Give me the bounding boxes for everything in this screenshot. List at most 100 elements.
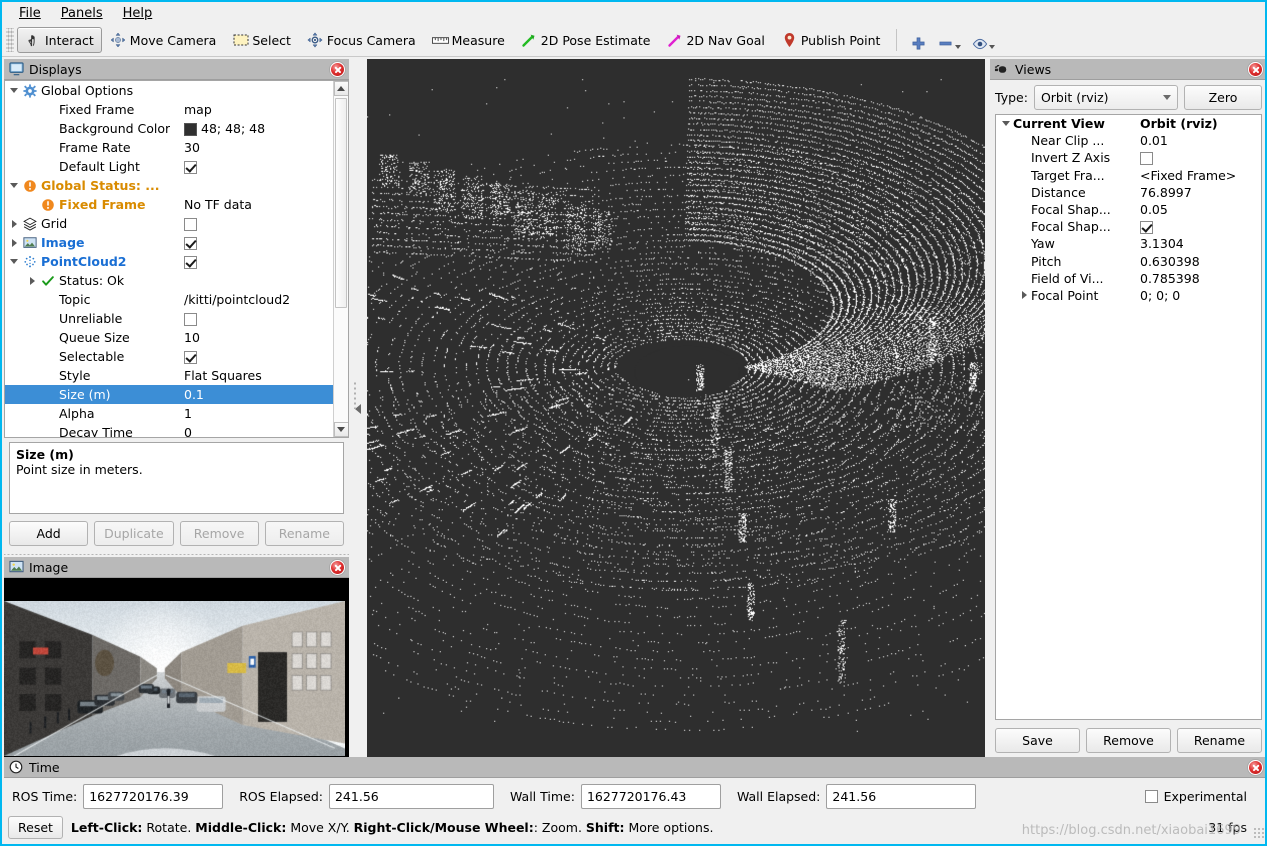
- display-row-value[interactable]: 30: [180, 140, 333, 155]
- ros-elapsed-input[interactable]: [328, 783, 494, 809]
- expander-collapse-icon[interactable]: [7, 88, 21, 93]
- display-row-style[interactable]: Style Flat Squares: [5, 366, 333, 385]
- save-view-button[interactable]: Save: [995, 728, 1080, 753]
- display-row-value[interactable]: 0: [180, 425, 333, 437]
- expander-collapse-icon[interactable]: [7, 259, 21, 264]
- display-row-value[interactable]: [180, 216, 333, 231]
- scroll-up-button[interactable]: [333, 81, 348, 96]
- display-checkbox[interactable]: [184, 237, 197, 250]
- scrollbar-thumb[interactable]: [334, 98, 347, 308]
- display-row-value[interactable]: No TF data: [180, 197, 333, 212]
- dock-splitter-left[interactable]: [349, 59, 367, 759]
- tool-publish-point[interactable]: Publish Point: [773, 27, 889, 53]
- scroll-down-button[interactable]: [333, 422, 348, 437]
- tool-interact[interactable]: Interact: [17, 27, 102, 53]
- experimental-checkbox[interactable]: [1144, 789, 1158, 803]
- display-row-value[interactable]: 48; 48; 48: [180, 121, 333, 136]
- view-row-value[interactable]: 76.8997: [1136, 185, 1261, 200]
- view-row-current-view[interactable]: Current View Orbit (rviz): [996, 115, 1261, 132]
- duplicate-display-button[interactable]: Duplicate: [94, 521, 174, 546]
- display-row-image[interactable]: Image: [5, 233, 333, 252]
- view-type-select[interactable]: Orbit (rviz): [1033, 85, 1178, 110]
- remove-display-button[interactable]: Remove: [179, 521, 259, 546]
- scrollbar-track[interactable]: [333, 96, 348, 422]
- resize-grip[interactable]: [1253, 827, 1265, 839]
- displays-close-icon[interactable]: [330, 61, 345, 77]
- display-row-fixed-frame[interactable]: Fixed Frame No TF data: [5, 195, 333, 214]
- view-row-value[interactable]: [1136, 219, 1261, 235]
- display-checkbox[interactable]: [184, 256, 197, 269]
- time-close-icon[interactable]: [1248, 759, 1263, 775]
- view-row-focal-point[interactable]: Focal Point 0; 0; 0: [996, 287, 1261, 304]
- tool-move-camera[interactable]: Move Camera: [102, 27, 225, 53]
- display-row-background-color[interactable]: Background Color 48; 48; 48: [5, 119, 333, 138]
- display-row-topic[interactable]: Topic/kitti/pointcloud2: [5, 290, 333, 309]
- expander-expand-icon[interactable]: [7, 238, 21, 247]
- view-row-value[interactable]: 0.785398: [1136, 271, 1261, 286]
- views-tree[interactable]: Current View Orbit (rviz) Near Clip ... 0.0…: [996, 115, 1261, 304]
- display-row-value[interactable]: /kitti/pointcloud2: [180, 292, 333, 307]
- display-row-global-options[interactable]: Global Options: [5, 81, 333, 100]
- tool-2d-pose-estimate[interactable]: 2D Pose Estimate: [513, 27, 659, 53]
- view-checkbox[interactable]: [1140, 152, 1153, 166]
- view-row-value[interactable]: 0.01: [1136, 133, 1261, 148]
- menu-help[interactable]: Help: [114, 4, 162, 23]
- view-row-value[interactable]: [1136, 150, 1261, 166]
- view-row-focal-shap[interactable]: Focal Shap...: [996, 218, 1261, 235]
- menu-file[interactable]: File: [10, 4, 50, 23]
- tool-measure[interactable]: Measure: [424, 27, 513, 53]
- view-row-value[interactable]: 3.1304: [1136, 236, 1261, 251]
- display-row-pointcloud2[interactable]: PointCloud2: [5, 252, 333, 271]
- experimental-toggle[interactable]: Experimental: [1144, 789, 1247, 804]
- toolbar-drag-handle[interactable]: [6, 28, 14, 52]
- remove-view-button[interactable]: Remove: [1086, 728, 1171, 753]
- display-row-value[interactable]: 0.1: [180, 387, 333, 402]
- rename-view-button[interactable]: Rename: [1177, 728, 1262, 753]
- display-row-value[interactable]: [180, 311, 333, 326]
- expander-collapse-icon[interactable]: [999, 121, 1013, 127]
- display-row-unreliable[interactable]: Unreliable: [5, 309, 333, 328]
- view-row-value[interactable]: 0.05: [1136, 202, 1261, 217]
- view-row-pitch[interactable]: Pitch 0.630398: [996, 253, 1261, 270]
- add-display-button[interactable]: Add: [9, 521, 89, 546]
- display-row-queue-size[interactable]: Queue Size 10: [5, 328, 333, 347]
- display-row-decay-time[interactable]: Decay Time 0: [5, 423, 333, 437]
- display-row-value[interactable]: 1: [180, 406, 333, 421]
- view-row-near-clip[interactable]: Near Clip ... 0.01: [996, 132, 1261, 149]
- view-row-value[interactable]: 0.630398: [1136, 254, 1261, 269]
- display-checkbox[interactable]: [184, 161, 197, 174]
- wall-time-input[interactable]: [580, 783, 721, 809]
- display-row-grid[interactable]: Grid: [5, 214, 333, 233]
- display-row-alpha[interactable]: Alpha 1: [5, 404, 333, 423]
- view-row-distance[interactable]: Distance 76.8997: [996, 184, 1261, 201]
- display-row-value[interactable]: 10: [180, 330, 333, 345]
- color-swatch[interactable]: [184, 123, 197, 136]
- tool-2d-nav-goal[interactable]: 2D Nav Goal: [658, 27, 772, 53]
- ros-time-input[interactable]: [83, 783, 224, 809]
- rename-display-button[interactable]: Rename: [264, 521, 344, 546]
- menu-panels[interactable]: Panels: [52, 4, 112, 23]
- display-row-value[interactable]: [180, 349, 333, 364]
- view-row-value[interactable]: Orbit (rviz): [1136, 116, 1261, 131]
- display-row-value[interactable]: Flat Squares: [180, 368, 333, 383]
- display-checkbox[interactable]: [184, 313, 197, 326]
- image-close-icon[interactable]: [330, 559, 345, 575]
- display-row-value[interactable]: [180, 254, 333, 269]
- view-row-value[interactable]: 0; 0; 0: [1136, 288, 1261, 303]
- display-row-default-light[interactable]: Default Light: [5, 157, 333, 176]
- display-row-size-m[interactable]: Size (m) 0.1: [5, 385, 333, 404]
- displays-tree[interactable]: Global Options Fixed Frame map Background C…: [5, 81, 333, 437]
- display-checkbox[interactable]: [184, 351, 197, 364]
- view-row-field-of-vi[interactable]: Field of Vi... 0.785398: [996, 270, 1261, 287]
- view-row-yaw[interactable]: Yaw 3.1304: [996, 235, 1261, 252]
- display-row-status-ok[interactable]: Status: Ok: [5, 271, 333, 290]
- visibility-tool-button[interactable]: [966, 27, 1000, 53]
- view-checkbox[interactable]: [1140, 221, 1153, 235]
- remove-tool-button[interactable]: [932, 27, 966, 53]
- display-row-fixed-frame[interactable]: Fixed Frame map: [5, 100, 333, 119]
- tool-select[interactable]: Select: [224, 27, 299, 53]
- display-row-global-status[interactable]: Global Status: ...: [5, 176, 333, 195]
- view-row-target-fra[interactable]: Target Fra... <Fixed Frame>: [996, 167, 1261, 184]
- add-tool-button[interactable]: [905, 27, 932, 53]
- zero-view-button[interactable]: Zero: [1184, 85, 1262, 110]
